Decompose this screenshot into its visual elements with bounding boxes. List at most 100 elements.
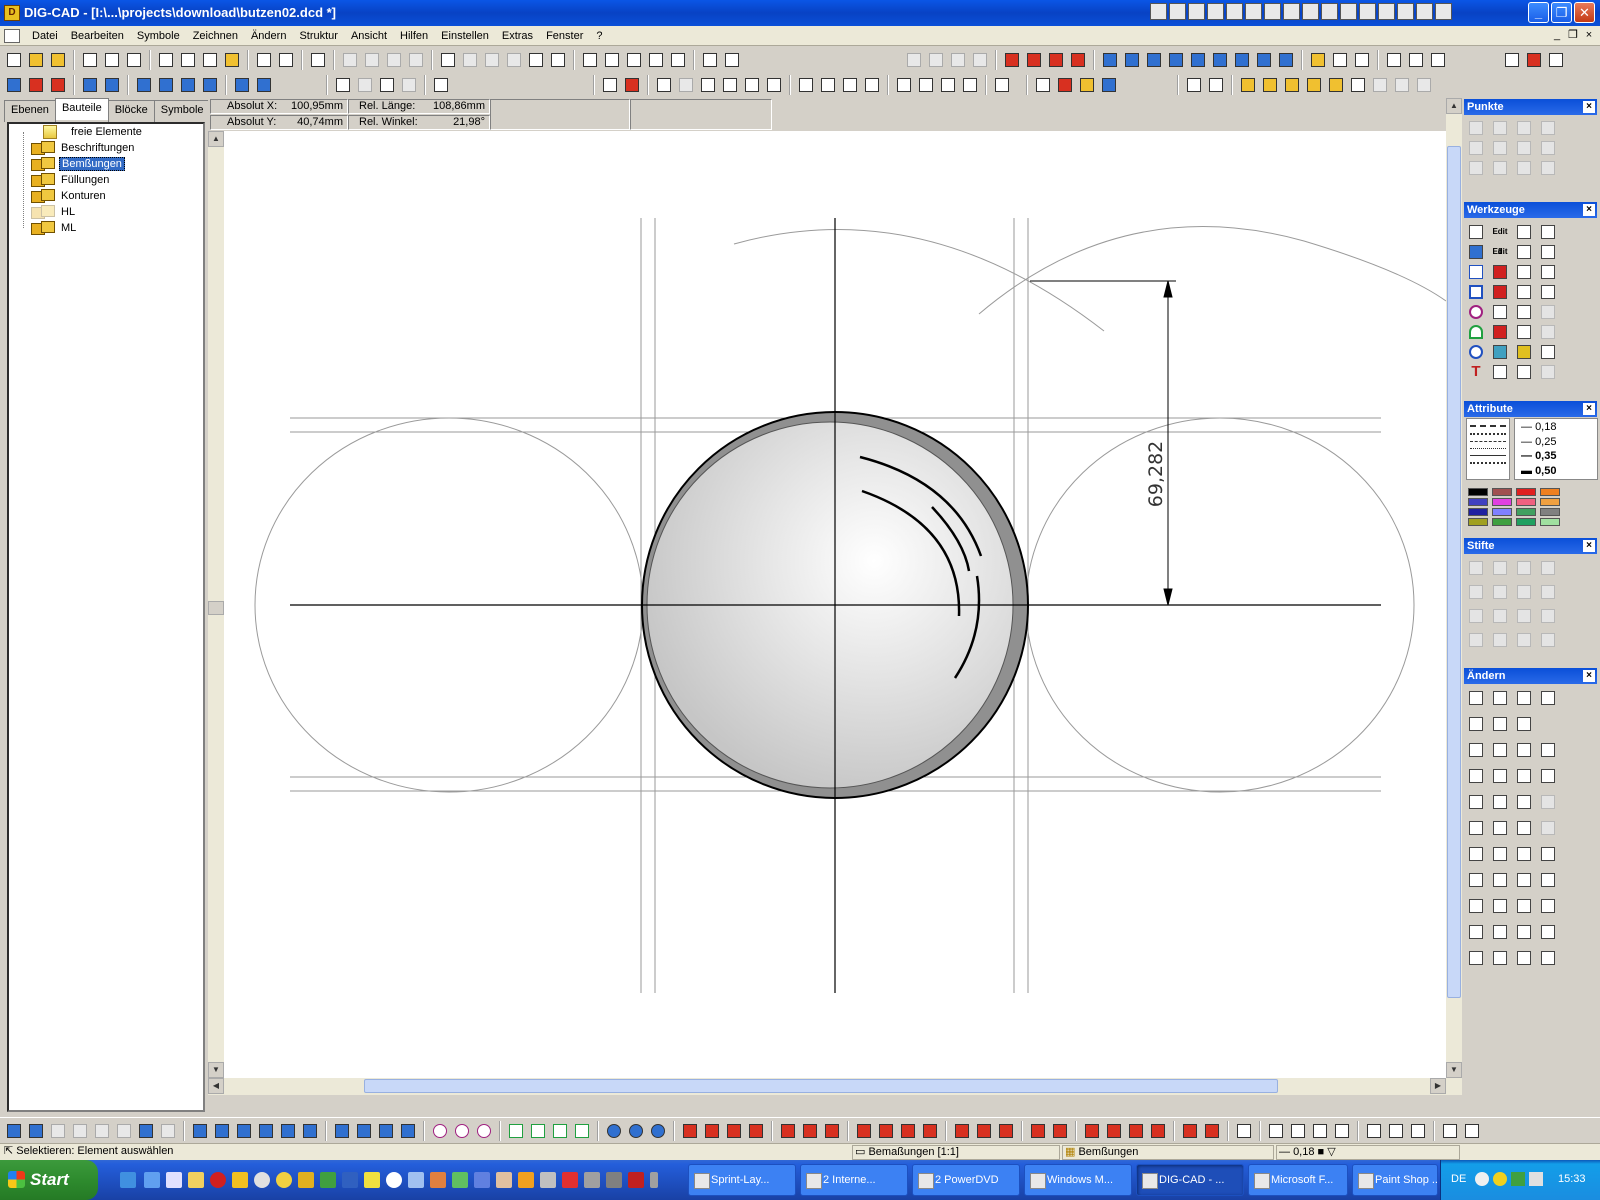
modify-tool-button[interactable] xyxy=(1538,792,1558,812)
zoom-out-button[interactable] xyxy=(916,75,936,95)
line-draw-button[interactable] xyxy=(212,1121,232,1141)
ellipse-draw-button[interactable] xyxy=(626,1121,646,1141)
line-draw-button[interactable] xyxy=(234,1121,254,1141)
modify-tool-button[interactable] xyxy=(1466,688,1486,708)
scroll-down-icon[interactable]: ▼ xyxy=(1446,1062,1462,1078)
annotation-button[interactable] xyxy=(1386,1121,1406,1141)
align-button[interactable] xyxy=(134,75,154,95)
quicklaunch-icon[interactable] xyxy=(386,1172,402,1188)
pen-11-button[interactable] xyxy=(1514,606,1534,626)
pen-7-button[interactable] xyxy=(1514,582,1534,602)
color-swatch[interactable] xyxy=(1516,508,1536,516)
shape-draw-button[interactable] xyxy=(332,1121,352,1141)
tool-button[interactable] xyxy=(1144,50,1164,70)
color-swatch[interactable] xyxy=(1468,518,1488,526)
color-swatch[interactable] xyxy=(1468,508,1488,516)
text-button[interactable] xyxy=(1077,75,1097,95)
print-preview-button[interactable] xyxy=(254,50,274,70)
select-button[interactable] xyxy=(526,50,546,70)
scroll-up-icon[interactable]: ▲ xyxy=(1446,98,1462,114)
tool-button[interactable] xyxy=(1514,302,1534,322)
point-tool-button[interactable] xyxy=(1490,262,1510,282)
color-swatch[interactable] xyxy=(1516,518,1536,526)
3d-view-button[interactable] xyxy=(26,1121,46,1141)
quicklaunch-icon[interactable] xyxy=(606,1172,622,1188)
annotation-button[interactable] xyxy=(1462,1121,1482,1141)
settings-button[interactable] xyxy=(1308,50,1328,70)
menu-zeichnen[interactable]: Zeichnen xyxy=(187,30,245,42)
menu-einstellen[interactable]: Einstellen xyxy=(435,30,496,42)
block-tool-button[interactable] xyxy=(1260,75,1280,95)
task-button[interactable]: 2 Interne... xyxy=(800,1164,908,1196)
tool-button[interactable] xyxy=(1232,50,1252,70)
tool-button[interactable] xyxy=(1276,50,1296,70)
modify-tool-button[interactable] xyxy=(1466,870,1486,890)
block-tool-button[interactable] xyxy=(1392,75,1412,95)
tray-icon[interactable] xyxy=(1475,1172,1489,1186)
window-button[interactable] xyxy=(1384,50,1404,70)
brush-button[interactable] xyxy=(622,75,642,95)
line-style-list[interactable] xyxy=(1466,418,1510,480)
pen-10-button[interactable] xyxy=(1490,606,1510,626)
delete-button[interactable] xyxy=(399,75,419,95)
tool-button[interactable] xyxy=(1100,50,1120,70)
scroll-right-icon[interactable]: ▶ xyxy=(1430,1078,1446,1094)
shape-button[interactable] xyxy=(904,50,924,70)
scroll-left-icon[interactable]: ◀ xyxy=(208,1078,224,1094)
quicklaunch-icon[interactable] xyxy=(188,1172,204,1188)
trim-tool-button[interactable] xyxy=(1514,242,1534,262)
copy-format-button[interactable] xyxy=(1184,75,1204,95)
block-tool-button[interactable] xyxy=(1414,75,1434,95)
quicklaunch-icon[interactable] xyxy=(120,1172,136,1188)
save-button[interactable] xyxy=(80,50,100,70)
tool-button[interactable] xyxy=(1210,50,1230,70)
print-button[interactable] xyxy=(308,50,328,70)
dimension-draw-button[interactable] xyxy=(778,1121,798,1141)
dimension-draw-button[interactable] xyxy=(996,1121,1016,1141)
edit1-button[interactable]: Edit 1 xyxy=(1490,222,1510,256)
tool-button[interactable] xyxy=(1538,282,1558,302)
annotation-button[interactable] xyxy=(1364,1121,1384,1141)
modify-tool-button[interactable] xyxy=(1490,844,1510,864)
3d-view-button[interactable] xyxy=(158,1121,178,1141)
tool-button[interactable] xyxy=(1538,322,1558,342)
cancel-button[interactable] xyxy=(482,50,502,70)
window-button[interactable] xyxy=(1406,50,1426,70)
zoom-button[interactable] xyxy=(742,75,762,95)
task-button[interactable]: 2 PowerDVD xyxy=(912,1164,1020,1196)
undo-button[interactable] xyxy=(438,50,458,70)
zoom-out-button[interactable] xyxy=(960,75,980,95)
dimension-draw-button[interactable] xyxy=(898,1121,918,1141)
quicklaunch-icon[interactable] xyxy=(144,1172,160,1188)
pen-12-button[interactable] xyxy=(1538,606,1558,626)
menu-fenster[interactable]: Fenster xyxy=(540,30,590,42)
scale-button[interactable] xyxy=(431,75,451,95)
paste-special-button[interactable] xyxy=(406,50,426,70)
pan-button[interactable] xyxy=(698,75,718,95)
view-button[interactable] xyxy=(992,75,1012,95)
quick-icon[interactable] xyxy=(1302,3,1319,20)
align-button[interactable] xyxy=(178,75,198,95)
clock[interactable]: 15:33 xyxy=(1558,1173,1586,1185)
color-swatch[interactable] xyxy=(1492,498,1512,506)
tray-icon[interactable] xyxy=(1493,1172,1507,1186)
annotation-button[interactable] xyxy=(1288,1121,1308,1141)
help-button[interactable] xyxy=(1524,50,1544,70)
pen-1-button[interactable] xyxy=(1466,558,1486,578)
color-swatch[interactable] xyxy=(1540,518,1560,526)
menu-struktur[interactable]: Struktur xyxy=(293,30,345,42)
shape-button[interactable] xyxy=(970,50,990,70)
pen-13-button[interactable] xyxy=(1466,630,1486,650)
zoom-in-button[interactable] xyxy=(840,75,860,95)
modify-tool-button[interactable] xyxy=(1490,818,1510,838)
arc-draw-button[interactable] xyxy=(550,1121,570,1141)
close-icon[interactable]: × xyxy=(1583,204,1595,216)
modify-tool-button[interactable] xyxy=(1514,844,1534,864)
menu-help[interactable]: ? xyxy=(590,30,609,42)
tree-item[interactable]: Beschriftungen xyxy=(31,140,136,156)
dimension-draw-button[interactable] xyxy=(1126,1121,1146,1141)
paste-button[interactable] xyxy=(384,50,404,70)
block-tool-button[interactable] xyxy=(1304,75,1324,95)
modify-tool-button[interactable] xyxy=(1514,896,1534,916)
zoom-in-button[interactable] xyxy=(862,75,882,95)
